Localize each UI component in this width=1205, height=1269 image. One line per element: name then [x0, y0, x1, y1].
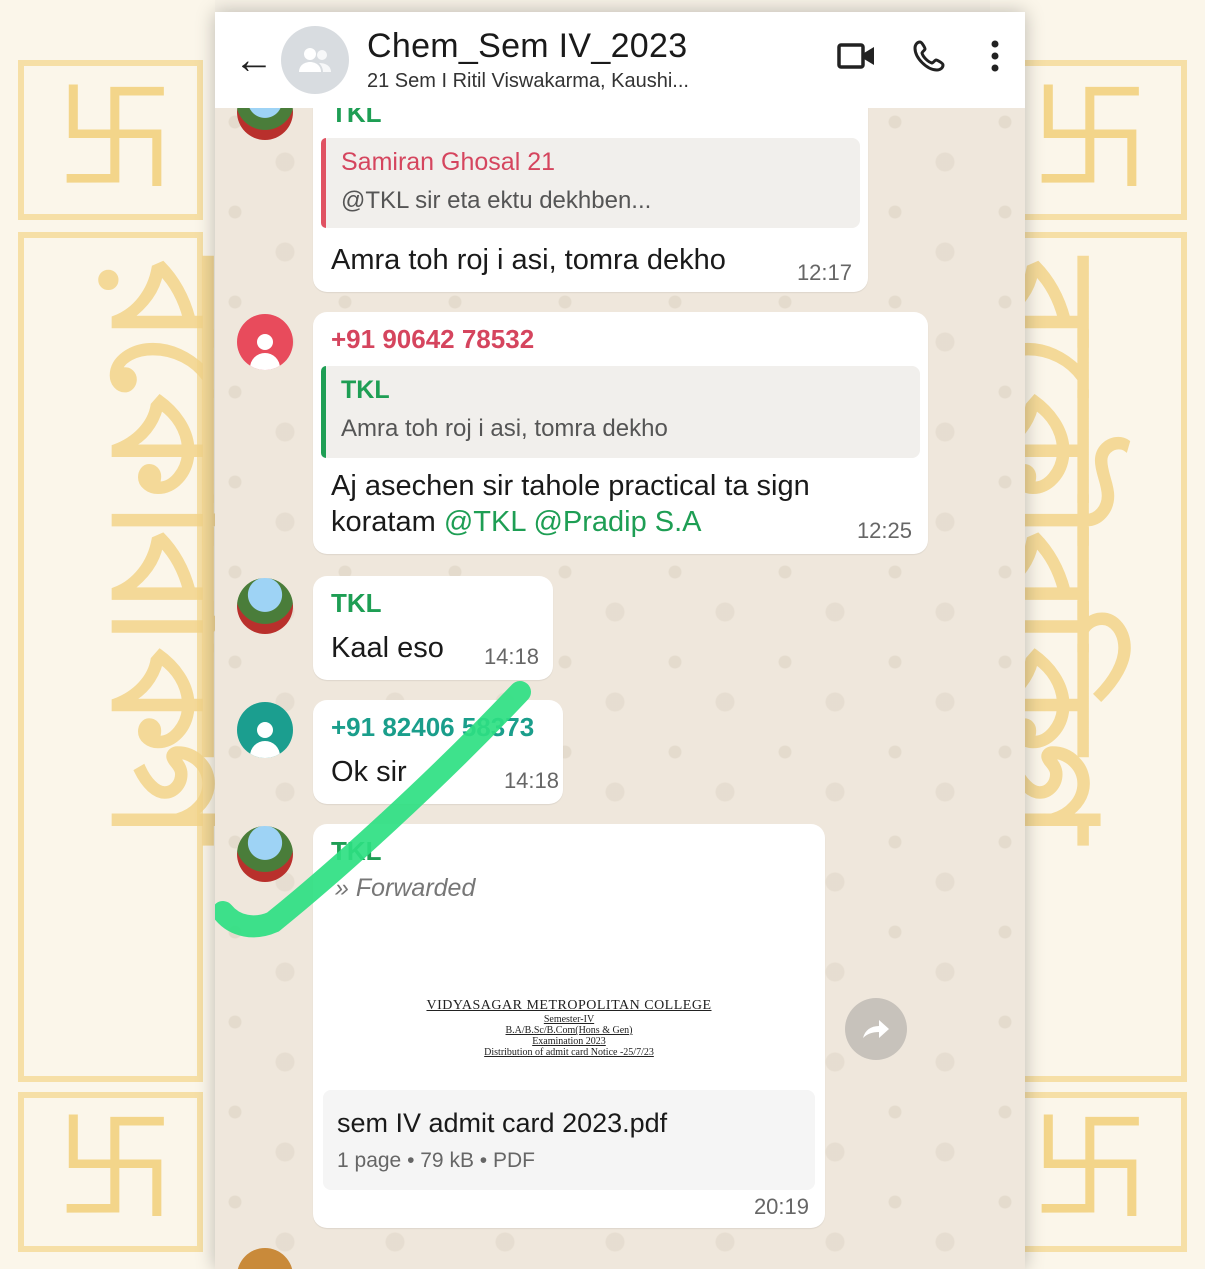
video-call-icon[interactable] [821, 41, 893, 80]
chat-title-block[interactable]: Chem_Sem IV_2023 21 Sem I Ritil Viswakar… [367, 27, 821, 93]
chat-screen: ← Chem_Sem IV_2023 21 Sem I Ritil Viswak… [215, 12, 1025, 1269]
background-left: 卐 ব়কৌবকিগ 卐 [0, 0, 252, 1269]
swastika-symbol: 卐 [1030, 1100, 1150, 1239]
tick-mark-overlay [215, 681, 531, 938]
swastika-symbol: 卐 [55, 70, 175, 209]
chat-title: Chem_Sem IV_2023 [367, 27, 688, 65]
more-options-icon[interactable] [965, 39, 1025, 82]
chat-participants: 21 Sem I Ritil Viswakarma, Kaushi... [367, 70, 689, 92]
swastika-symbol: 卐 [55, 1100, 175, 1239]
chat-header: ← Chem_Sem IV_2023 21 Sem I Ritil Viswak… [215, 12, 1025, 108]
group-avatar-icon[interactable] [281, 26, 349, 94]
voice-call-icon[interactable] [893, 39, 965, 82]
swastika-symbol: 卐 [1030, 70, 1150, 209]
back-arrow-icon[interactable]: ← [229, 38, 279, 83]
